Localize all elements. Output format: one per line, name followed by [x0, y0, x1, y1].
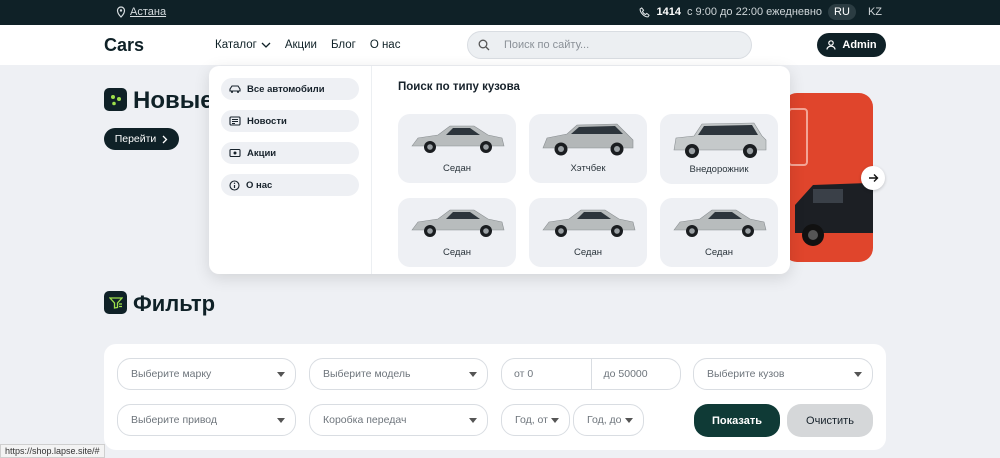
search-icon: [478, 39, 490, 51]
dropdown-divider: [371, 66, 372, 274]
model-select-value[interactable]: Выберите модель: [323, 368, 410, 380]
body-select-value[interactable]: Выберите кузов: [707, 368, 785, 380]
menu-news-label[interactable]: Новости: [247, 116, 287, 127]
city-selector[interactable]: Астана: [116, 6, 166, 18]
site-logo[interactable]: Cars: [104, 35, 144, 56]
menu-all-cars-label[interactable]: Все автомобили: [247, 84, 325, 95]
gearbox-select-value[interactable]: Коробка передач: [323, 414, 406, 426]
chevron-down-icon: [261, 42, 271, 48]
location-pin-icon: [116, 6, 126, 18]
chevron-right-icon: [162, 135, 168, 143]
admin-button[interactable]: Admin: [817, 33, 886, 57]
caret-down-icon: [551, 418, 559, 423]
main-header: Cars Каталог Акции Блог О нас Admin: [0, 25, 1000, 65]
gearbox-select[interactable]: Коробка передач: [309, 404, 488, 436]
body-type-label: Седан: [704, 247, 733, 258]
nav-promos[interactable]: Акции: [285, 39, 317, 51]
news-icon: [229, 116, 241, 126]
goto-button[interactable]: Перейти: [104, 128, 179, 150]
carousel-next-button[interactable]: [861, 166, 885, 190]
working-hours: с 9:00 до 22:00 ежедневно: [686, 6, 823, 18]
lang-ru-button[interactable]: RU: [828, 4, 856, 20]
ticket-icon: [229, 148, 241, 158]
menu-about-label[interactable]: О нас: [246, 180, 272, 191]
model-select[interactable]: Выберите модель: [309, 358, 488, 390]
menu-news[interactable]: Новости: [221, 110, 359, 132]
nav-catalog[interactable]: Каталог: [215, 39, 271, 51]
year-from-select[interactable]: Год, от: [501, 404, 570, 436]
phone-number[interactable]: 1414: [656, 6, 680, 18]
body-type-label: Внедорожник: [689, 164, 749, 175]
hero-title: Новые: [133, 87, 214, 114]
body-type-card[interactable]: Хэтчбек: [529, 114, 647, 183]
nav-blog[interactable]: Блог: [331, 39, 356, 51]
caret-down-icon: [277, 372, 285, 377]
lang-kz-button[interactable]: KZ: [862, 4, 888, 20]
car-icon: [229, 84, 241, 93]
suv-image: [673, 122, 767, 158]
year-to-select[interactable]: Год, до: [573, 404, 644, 436]
promo-banner[interactable]: [783, 93, 873, 262]
body-type-card[interactable]: Седан: [398, 114, 516, 183]
brand-select[interactable]: Выберите марку: [117, 358, 296, 390]
sedan-image: [411, 125, 505, 153]
show-button[interactable]: Показать: [694, 404, 780, 437]
body-type-card[interactable]: Внедорожник: [660, 114, 778, 184]
price-from-input[interactable]: от 0: [502, 359, 591, 389]
year-to-value[interactable]: Год, до: [587, 414, 622, 426]
filter-title: Фильтр: [133, 291, 216, 316]
brand-select-value[interactable]: Выберите марку: [131, 368, 211, 380]
caret-down-icon: [625, 418, 633, 423]
user-icon: [826, 40, 836, 50]
goto-label[interactable]: Перейти: [115, 133, 157, 145]
arrow-right-icon: [868, 174, 878, 182]
caret-down-icon: [469, 418, 477, 423]
body-type-card[interactable]: Седан: [660, 198, 778, 267]
filter-icon: [104, 291, 127, 314]
sedan-image: [411, 209, 505, 237]
body-select[interactable]: Выберите кузов: [693, 358, 873, 390]
filter-panel: Выберите марку Выберите модель от 0 до 5…: [104, 344, 886, 450]
menu-promos[interactable]: Акции: [221, 142, 359, 164]
search-input[interactable]: [504, 39, 724, 51]
suv-image: [795, 183, 873, 246]
city-label[interactable]: Астана: [130, 6, 166, 18]
new-cars-icon: [104, 88, 127, 111]
body-type-label: Хэтчбек: [570, 163, 606, 174]
nav-catalog-label[interactable]: Каталог: [215, 39, 257, 51]
price-to-input[interactable]: до 50000: [590, 359, 681, 389]
info-icon: [229, 179, 240, 191]
main-nav: Каталог Акции Блог О нас: [215, 39, 400, 51]
body-type-title: Поиск по типу кузова: [398, 81, 520, 93]
top-bar: Астана 1414 с 9:00 до 22:00 ежедневно RU…: [0, 0, 1000, 25]
caret-down-icon: [854, 372, 862, 377]
drive-select[interactable]: Выберите привод: [117, 404, 296, 436]
menu-all-cars[interactable]: Все автомобили: [221, 78, 359, 100]
body-type-label: Седан: [573, 247, 602, 258]
hatchback-image: [542, 123, 634, 156]
body-type-card[interactable]: Седан: [398, 198, 516, 267]
body-type-card[interactable]: Седан: [529, 198, 647, 267]
menu-promos-label[interactable]: Акции: [247, 148, 276, 159]
catalog-dropdown: Все автомобили Новости Акции О нас Поиск…: [209, 66, 790, 274]
nav-about[interactable]: О нас: [370, 39, 401, 51]
price-range: от 0 до 50000: [501, 358, 681, 390]
catalog-menu: Все автомобили Новости Акции О нас: [221, 78, 359, 206]
sedan-image: [673, 209, 767, 237]
body-type-label: Седан: [442, 163, 471, 174]
status-bar-url: https://shop.lapse.site/#: [0, 444, 105, 458]
body-type-label: Седан: [442, 247, 471, 258]
clear-button[interactable]: Очистить: [787, 404, 873, 437]
search-bar[interactable]: [467, 31, 752, 59]
caret-down-icon: [277, 418, 285, 423]
phone-icon: [640, 6, 651, 17]
year-from-value[interactable]: Год, от: [515, 414, 548, 426]
body-type-grid: Седан Хэтчбек Внедорожник Седан Седан Се…: [398, 114, 778, 267]
sedan-image: [542, 209, 636, 237]
admin-label[interactable]: Admin: [842, 39, 876, 51]
menu-about[interactable]: О нас: [221, 174, 359, 196]
drive-select-value[interactable]: Выберите привод: [131, 414, 217, 426]
caret-down-icon: [469, 372, 477, 377]
